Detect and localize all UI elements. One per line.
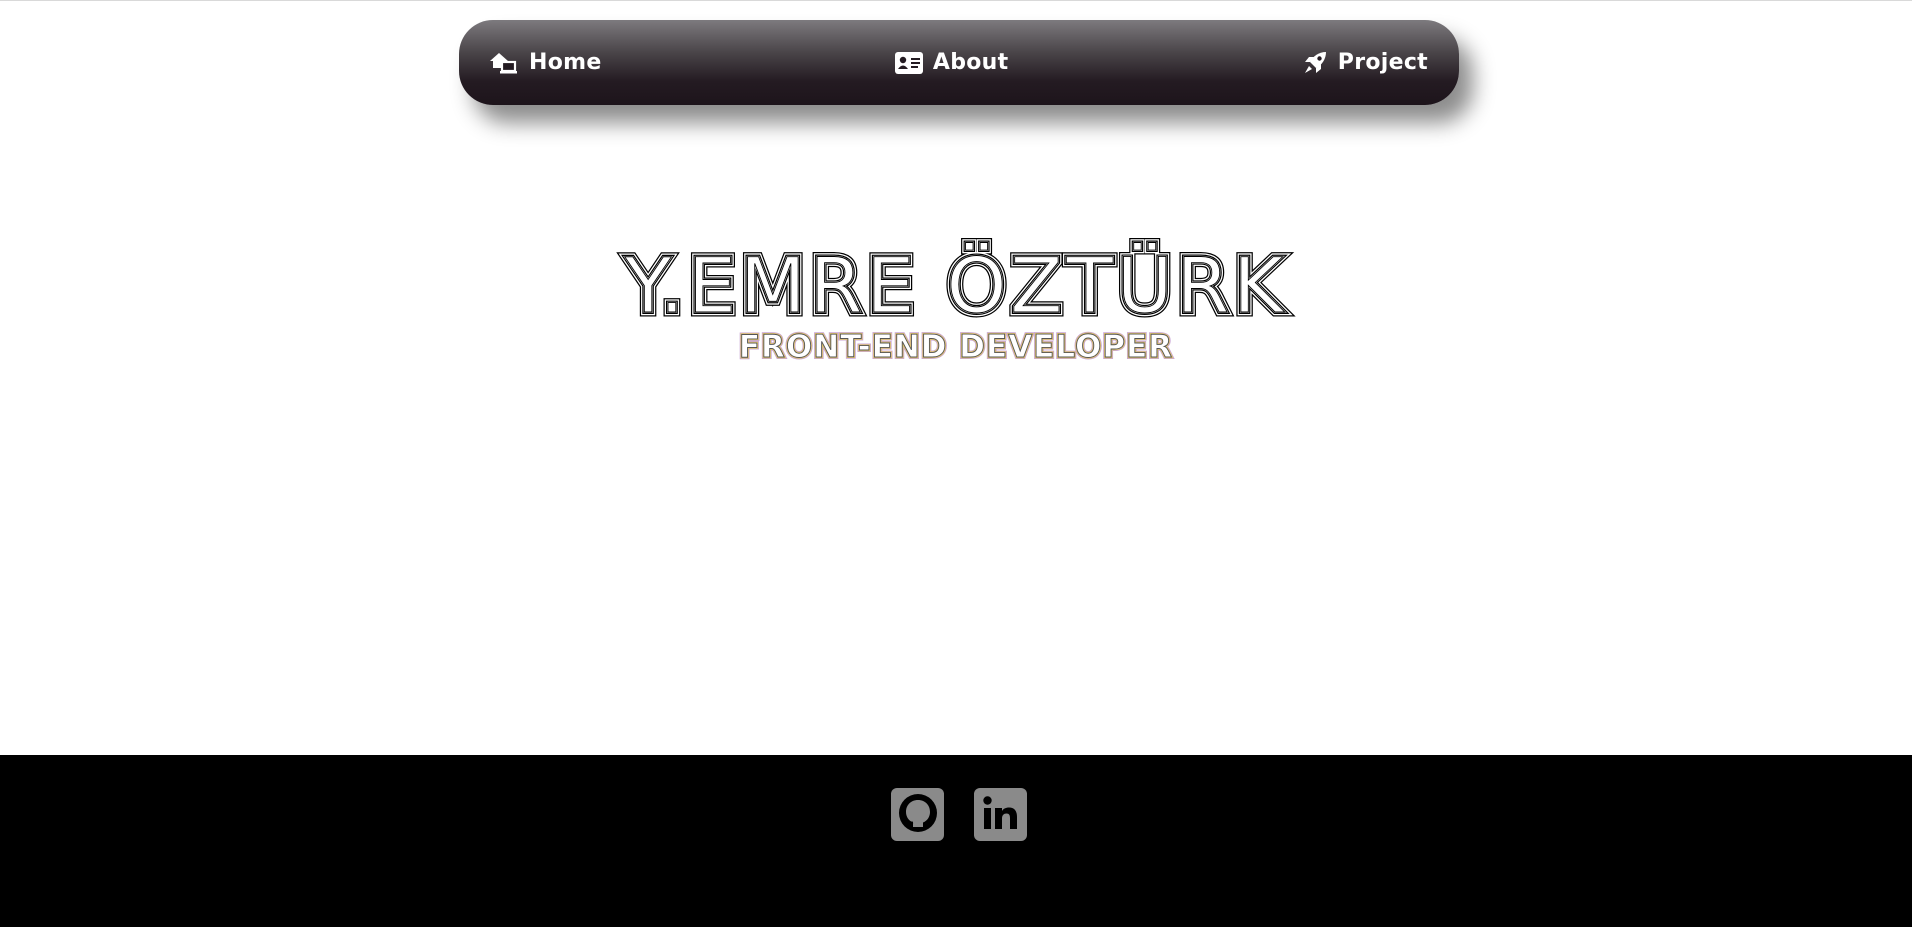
linkedin-icon bbox=[979, 791, 1023, 839]
nav-project-link[interactable]: Project bbox=[1302, 50, 1428, 76]
nav-home-link[interactable]: Home bbox=[489, 50, 602, 75]
footer bbox=[0, 755, 1912, 927]
hero-role: FRONT-END DEVELOPER bbox=[739, 329, 1173, 365]
home-laptop-icon bbox=[489, 51, 519, 75]
top-border bbox=[0, 0, 1912, 1]
hero: Y.EMRE ÖZTÜRK Y.EMRE ÖZTÜRK Y.EMRE ÖZTÜR… bbox=[0, 230, 1912, 370]
hero-name-centerline: Y.EMRE ÖZTÜRK bbox=[624, 241, 1287, 330]
navbar: Home About Project bbox=[459, 20, 1459, 105]
hero-title-graphic: Y.EMRE ÖZTÜRK Y.EMRE ÖZTÜRK Y.EMRE ÖZTÜR… bbox=[619, 237, 1287, 368]
linkedin-link[interactable] bbox=[974, 788, 1027, 841]
rocket-icon bbox=[1302, 50, 1328, 76]
nav-home-label: Home bbox=[529, 50, 602, 75]
nav-about-label: About bbox=[932, 50, 1009, 75]
nav-project-label: Project bbox=[1337, 50, 1428, 75]
github-icon bbox=[896, 791, 940, 839]
github-link[interactable] bbox=[891, 788, 944, 841]
id-card-icon bbox=[894, 51, 923, 74]
nav-about-link[interactable]: About bbox=[894, 50, 1009, 75]
